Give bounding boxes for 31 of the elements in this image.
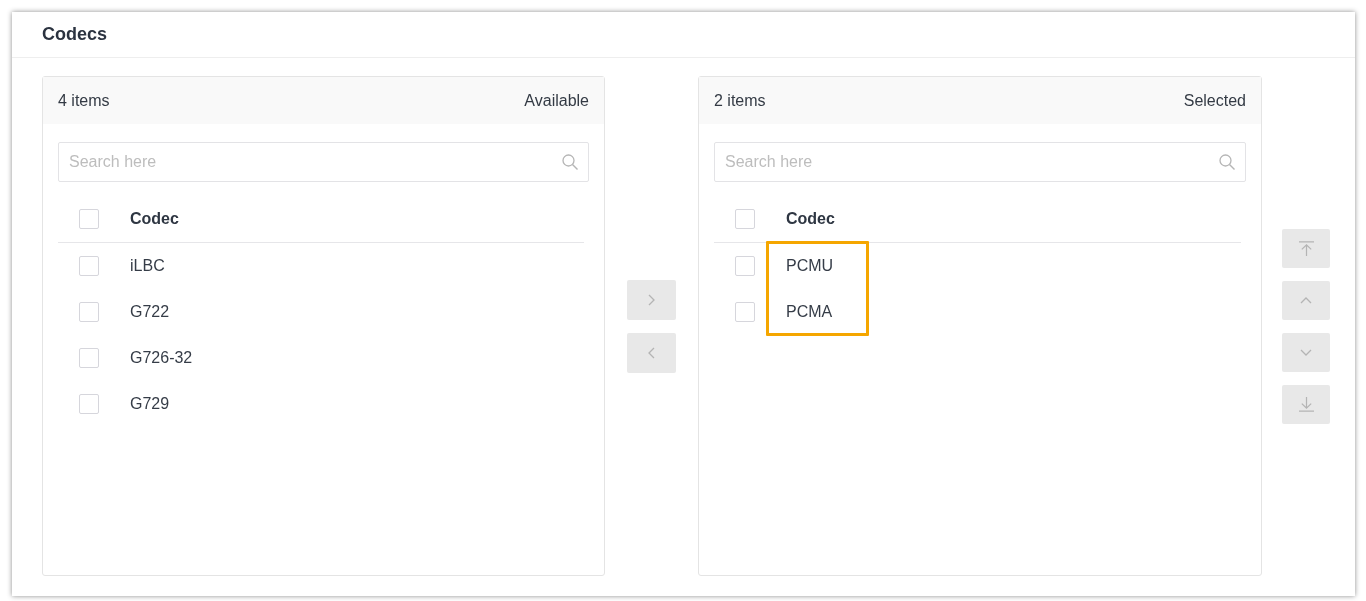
column-header: Codec (786, 210, 835, 228)
search-field[interactable]: Search here (58, 142, 589, 182)
search-icon (1219, 154, 1235, 170)
column-header: Codec (130, 210, 179, 228)
item-count: 2 items (714, 91, 766, 110)
arrow-to-top-icon (1298, 240, 1314, 256)
arrow-to-bottom-icon (1298, 396, 1314, 412)
row-checkbox[interactable] (79, 302, 99, 322)
search-field[interactable]: Search here (714, 142, 1246, 182)
codec-name: iLBC (130, 257, 165, 275)
row-checkbox[interactable] (735, 256, 755, 276)
select-all-checkbox[interactable] (735, 209, 755, 229)
row-checkbox[interactable] (79, 256, 99, 276)
chevron-down-icon (1300, 348, 1312, 356)
chevron-right-icon (648, 293, 655, 306)
codec-name: G726-32 (130, 349, 193, 367)
row-checkbox[interactable] (79, 394, 99, 414)
item-count: 4 items (58, 91, 110, 110)
panel-title: Available (524, 91, 589, 110)
panel-title: Selected (1183, 91, 1246, 110)
chevron-up-icon (1300, 296, 1312, 304)
codec-name: G729 (130, 395, 170, 413)
chevron-left-icon (648, 346, 655, 359)
section-title: Codecs (42, 24, 108, 45)
row-checkbox[interactable] (735, 302, 755, 322)
codec-name: G722 (130, 303, 170, 321)
row-checkbox[interactable] (79, 348, 99, 368)
codec-name: PCMU (786, 257, 834, 275)
codec-name: PCMA (786, 303, 833, 321)
search-icon (562, 154, 578, 170)
select-all-checkbox[interactable] (79, 209, 99, 229)
